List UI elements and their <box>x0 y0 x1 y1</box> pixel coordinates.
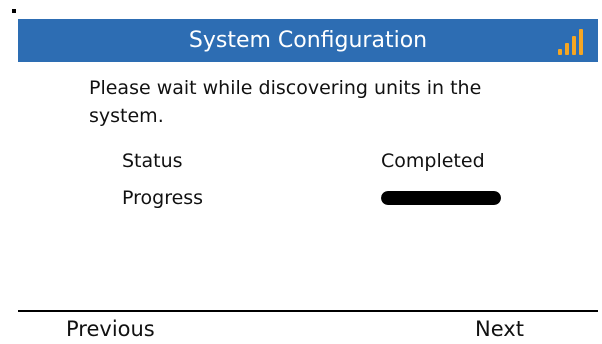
progress-label: Progress <box>122 187 204 209</box>
page-title: System Configuration <box>188 28 428 53</box>
title-bar: System Configuration <box>18 19 598 62</box>
signal-bar-3 <box>572 36 576 55</box>
previous-button[interactable]: Previous <box>66 316 155 342</box>
progress-bar-fill <box>381 191 501 205</box>
corner-marker <box>12 9 16 13</box>
status-value: Completed <box>381 150 485 172</box>
signal-strength-icon <box>552 27 586 55</box>
status-label: Status <box>122 150 183 172</box>
signal-bar-4 <box>579 29 583 55</box>
softkey-divider <box>18 310 598 312</box>
signal-bar-2 <box>565 43 569 55</box>
next-button[interactable]: Next <box>475 316 524 342</box>
signal-bar-1 <box>558 49 562 55</box>
progress-bar <box>381 191 501 205</box>
discovery-message: Please wait while discovering units in t… <box>89 77 482 127</box>
